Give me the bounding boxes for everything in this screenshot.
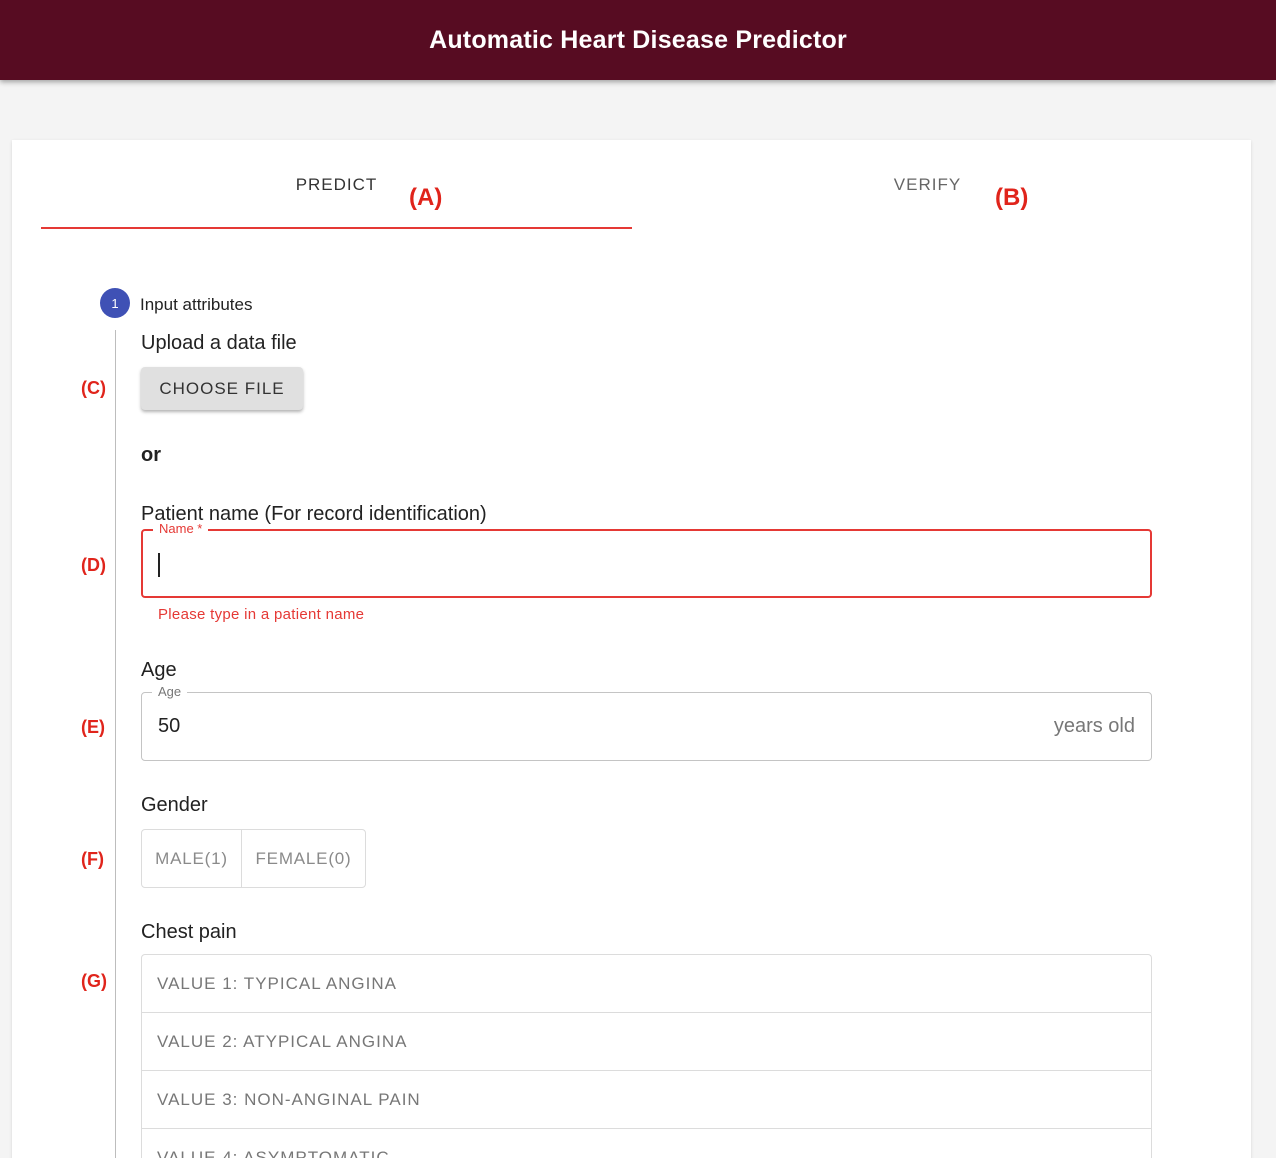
predictor-card: PREDICT (A) VERIFY (B) 1 Input attribute… <box>12 140 1251 1158</box>
annotation-marker-d: (D) <box>81 555 106 575</box>
step-connector-line <box>115 330 116 1158</box>
chest-pain-option-typical-angina[interactable]: VALUE 1: TYPICAL ANGINA <box>142 955 1151 1013</box>
chest-pain-section-label: Chest pain <box>141 921 237 943</box>
step-number-badge: 1 <box>100 288 130 318</box>
or-separator: or <box>141 444 161 466</box>
active-tab-indicator <box>41 227 632 229</box>
tab-predict[interactable]: PREDICT <box>41 140 632 230</box>
patient-name-input[interactable] <box>159 545 1029 583</box>
annotation-marker-b: (B) <box>995 184 1029 211</box>
patient-name-legend: Name * <box>153 521 209 536</box>
choose-file-button[interactable]: CHOOSE FILE <box>141 367 303 410</box>
tab-verify[interactable]: VERIFY <box>632 140 1223 230</box>
tab-verify-label: VERIFY <box>893 175 962 194</box>
annotation-marker-g: (G) <box>81 971 107 991</box>
age-field[interactable]: Age years old <box>141 684 1152 761</box>
age-legend: Age <box>152 684 188 699</box>
upload-section-label: Upload a data file <box>141 332 297 354</box>
gender-option-male[interactable]: MALE(1) <box>142 830 242 887</box>
chest-pain-option-non-anginal-pain[interactable]: VALUE 3: NON-ANGINAL PAIN <box>142 1071 1151 1129</box>
age-unit-adornment: years old <box>1053 715 1135 737</box>
step-label: Input attributes <box>140 295 253 314</box>
chest-pain-option-atypical-angina[interactable]: VALUE 2: ATYPICAL ANGINA <box>142 1013 1151 1071</box>
annotation-marker-c: (C) <box>81 378 106 398</box>
gender-toggle-group: MALE(1) FEMALE(0) <box>141 829 366 888</box>
patient-name-error-text: Please type in a patient name <box>158 606 365 623</box>
text-cursor <box>158 553 160 577</box>
patient-name-field[interactable]: Name * <box>141 521 1152 598</box>
annotation-marker-f: (F) <box>81 849 104 869</box>
app-title: Automatic Heart Disease Predictor <box>429 25 847 54</box>
app-bar: Automatic Heart Disease Predictor <box>0 0 1276 80</box>
age-input[interactable] <box>158 707 1028 745</box>
chest-pain-option-list: VALUE 1: TYPICAL ANGINA VALUE 2: ATYPICA… <box>141 954 1152 1158</box>
age-section-label: Age <box>141 659 177 681</box>
annotation-marker-e: (E) <box>81 717 105 737</box>
tab-predict-label: PREDICT <box>295 175 378 194</box>
gender-section-label: Gender <box>141 794 208 816</box>
gender-option-female[interactable]: FEMALE(0) <box>242 830 365 887</box>
chest-pain-option-asymptomatic[interactable]: VALUE 4: ASYMPTOMATIC <box>142 1129 1151 1158</box>
annotation-marker-a: (A) <box>409 184 443 211</box>
